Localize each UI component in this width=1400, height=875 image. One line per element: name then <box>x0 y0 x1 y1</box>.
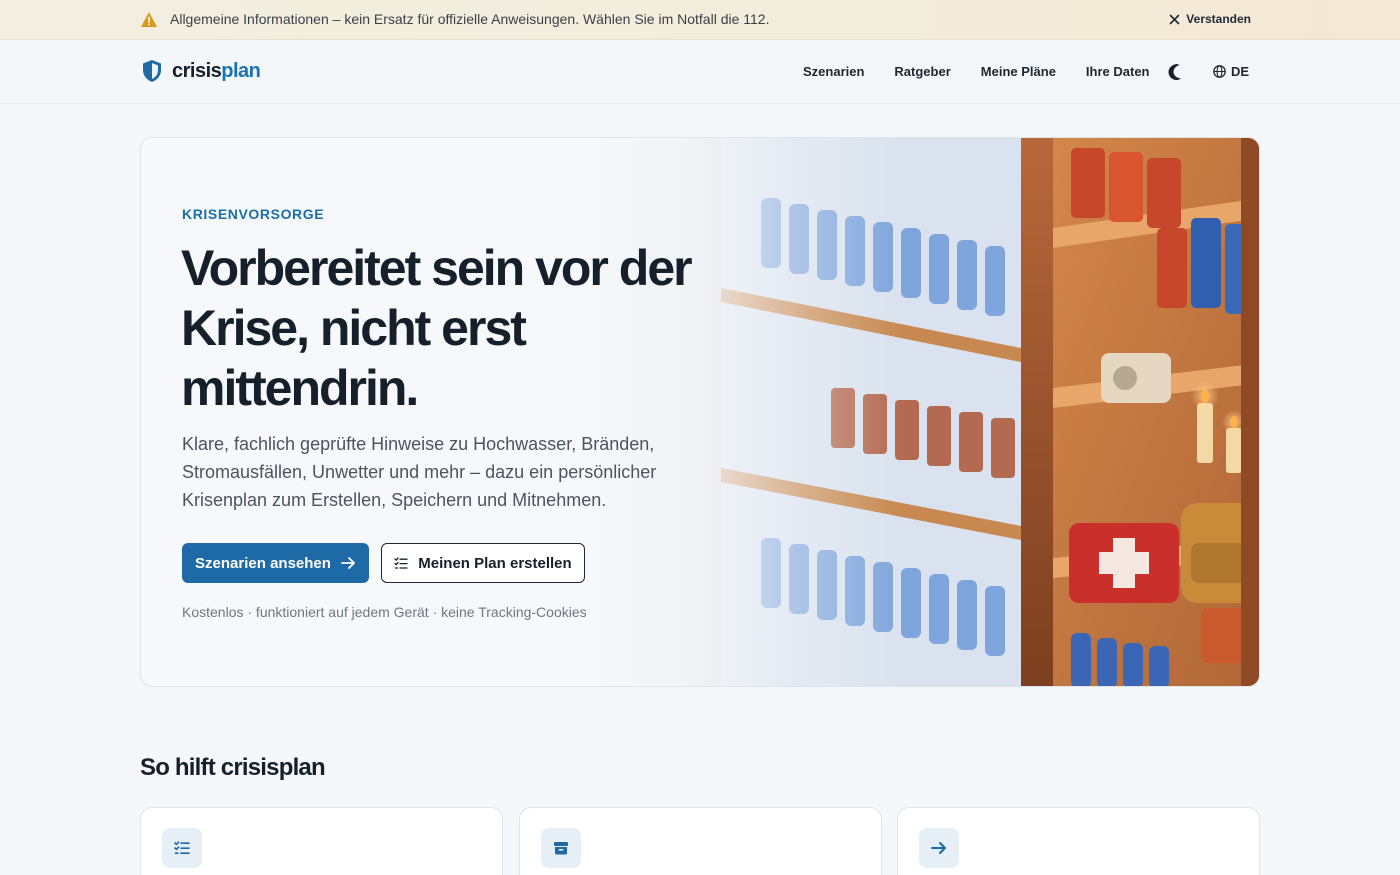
close-icon <box>1169 14 1180 24</box>
moon-icon[interactable] <box>1166 63 1182 81</box>
nav-item-szenarien[interactable]: Szenarien <box>803 64 864 79</box>
notice-banner: Allgemeine Informationen – kein Ersatz f… <box>0 0 1400 40</box>
feature-card-checklist <box>140 807 503 875</box>
feature-icon-wrapper <box>162 828 202 868</box>
hero-card: KRISENVORSORGE Vorbereitet sein vor der … <box>140 137 1260 687</box>
view-scenarios-label: Szenarien ansehen <box>195 554 331 572</box>
site-header: crisisplan Szenarien Ratgeber Meine Plän… <box>0 40 1400 104</box>
nav-item-ihre-daten[interactable]: Ihre Daten <box>1086 64 1150 79</box>
warning-icon <box>141 12 157 27</box>
feature-card-arrow <box>897 807 1260 875</box>
language-label: DE <box>1231 64 1250 79</box>
section-title: So hilft crisisplan <box>140 754 326 781</box>
notice-text: Allgemeine Informationen – kein Ersatz f… <box>170 11 770 27</box>
notice-dismiss-button[interactable]: Verstanden <box>1169 12 1251 26</box>
main-nav: Szenarien Ratgeber Meine Pläne Ihre Date… <box>803 64 1180 79</box>
nav-item-ratgeber[interactable]: Ratgeber <box>894 64 950 79</box>
feature-card-archive <box>519 807 882 875</box>
globe-icon <box>1213 65 1226 78</box>
arrow-right-icon <box>931 842 946 854</box>
checklist-icon <box>394 557 408 569</box>
create-plan-button[interactable]: Meinen Plan erstellen <box>381 543 585 583</box>
feature-icon-wrapper <box>541 828 581 868</box>
logo-text: crisisplan <box>172 59 261 83</box>
logo-text-part1: crisis <box>172 59 222 82</box>
checklist-icon <box>174 841 190 854</box>
notice-dismiss-label: Verstanden <box>1186 12 1251 26</box>
hero-note: Kostenlos · funktioniert auf jedem Gerät… <box>182 604 587 620</box>
logo-text-part2: plan <box>221 59 261 82</box>
nav-item-meine-plaene[interactable]: Meine Pläne <box>981 64 1056 79</box>
logo[interactable]: crisisplan <box>142 59 261 83</box>
hero-title: Vorbereitet sein vor der Krise, nicht er… <box>181 240 693 416</box>
feature-icon-wrapper <box>919 828 959 868</box>
language-switcher[interactable]: DE <box>1213 64 1249 79</box>
hero-lead: Klare, fachlich geprüfte Hinweise zu Hoc… <box>182 434 657 510</box>
archive-box-icon <box>554 842 568 855</box>
arrow-right-icon <box>341 557 355 569</box>
shield-icon <box>143 60 161 82</box>
create-plan-label: Meinen Plan erstellen <box>418 554 572 572</box>
view-scenarios-button[interactable]: Szenarien ansehen <box>182 543 369 583</box>
hero-eyebrow: KRISENVORSORGE <box>182 206 325 222</box>
